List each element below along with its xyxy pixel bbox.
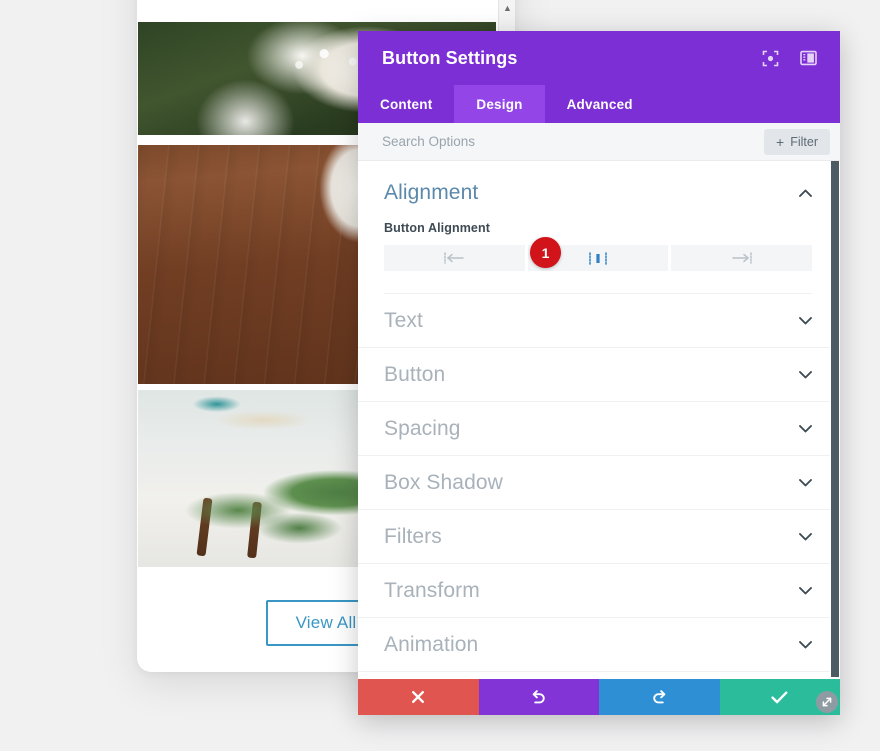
section-row-spacing[interactable]: Spacing — [358, 402, 840, 456]
scroll-up-arrow-icon[interactable]: ▲ — [502, 3, 513, 14]
checkmark-icon — [771, 691, 788, 704]
section-alignment-title: Alignment — [384, 181, 479, 204]
tab-advanced[interactable]: Advanced — [545, 85, 655, 123]
decor-stem — [247, 501, 262, 559]
modal-body: Alignment Button Alignment 1 Text Button… — [358, 161, 840, 679]
cancel-button[interactable] — [358, 679, 479, 715]
align-right-option[interactable] — [671, 245, 813, 271]
undo-button[interactable] — [478, 679, 599, 715]
close-x-icon — [411, 690, 425, 704]
modal-scrollbar-thumb[interactable] — [831, 161, 839, 677]
section-alignment-header[interactable]: Alignment — [384, 181, 812, 205]
section-label: Transform — [384, 578, 480, 602]
chevron-down-icon[interactable] — [799, 640, 812, 649]
section-row-filters[interactable]: Filters — [358, 510, 840, 564]
section-row-box-shadow[interactable]: Box Shadow — [358, 456, 840, 510]
focus-target-icon[interactable] — [760, 48, 780, 68]
redo-icon — [651, 689, 668, 705]
button-alignment-control: 1 — [384, 237, 813, 271]
modal-tabs: Content Design Advanced — [358, 85, 840, 123]
modal-footer — [358, 679, 840, 715]
section-label: Box Shadow — [384, 470, 503, 494]
button-alignment-label: Button Alignment — [384, 221, 490, 235]
section-label: Button — [384, 362, 446, 386]
status-badge: 1 — [530, 237, 561, 268]
section-alignment: Alignment Button Alignment 1 — [358, 161, 840, 294]
align-left-icon — [443, 252, 465, 264]
chevron-down-icon[interactable] — [799, 424, 812, 433]
chevron-down-icon[interactable] — [799, 478, 812, 487]
tab-design[interactable]: Design — [454, 85, 545, 123]
section-row-button[interactable]: Button — [358, 348, 840, 402]
modal-header-actions — [760, 48, 818, 68]
chevron-down-icon[interactable] — [799, 370, 812, 379]
modal-scrollbar[interactable] — [830, 161, 840, 679]
redo-button[interactable] — [599, 679, 720, 715]
section-row-text[interactable]: Text — [358, 294, 840, 348]
section-label: Filters — [384, 524, 442, 548]
undo-icon — [530, 689, 547, 705]
align-center-icon — [587, 251, 609, 265]
chevron-down-icon[interactable] — [799, 532, 812, 541]
resize-diagonal-icon[interactable] — [816, 691, 838, 713]
align-right-icon — [731, 252, 753, 264]
tab-content[interactable]: Content — [358, 85, 454, 123]
search-row: + Filter — [358, 123, 840, 161]
panel-layout-icon[interactable] — [798, 48, 818, 68]
chevron-up-icon[interactable] — [799, 189, 812, 197]
modal-header: Button Settings — [358, 31, 840, 85]
section-row-animation[interactable]: Animation — [358, 618, 840, 672]
chevron-down-icon[interactable] — [799, 586, 812, 595]
filter-button-label: Filter — [790, 134, 818, 149]
section-label: Text — [384, 308, 423, 332]
button-settings-modal: Button Settings Content Design Advanced — [358, 31, 840, 715]
plus-icon: + — [776, 133, 785, 150]
modal-title: Button Settings — [382, 47, 518, 68]
search-input[interactable] — [382, 134, 765, 149]
chevron-down-icon[interactable] — [799, 316, 812, 325]
section-row-transform[interactable]: Transform — [358, 564, 840, 618]
filter-button[interactable]: + Filter — [764, 128, 830, 155]
section-label: Spacing — [384, 416, 461, 440]
decor-stem — [196, 497, 213, 557]
section-label: Animation — [384, 632, 479, 656]
align-left-option[interactable] — [384, 245, 525, 271]
